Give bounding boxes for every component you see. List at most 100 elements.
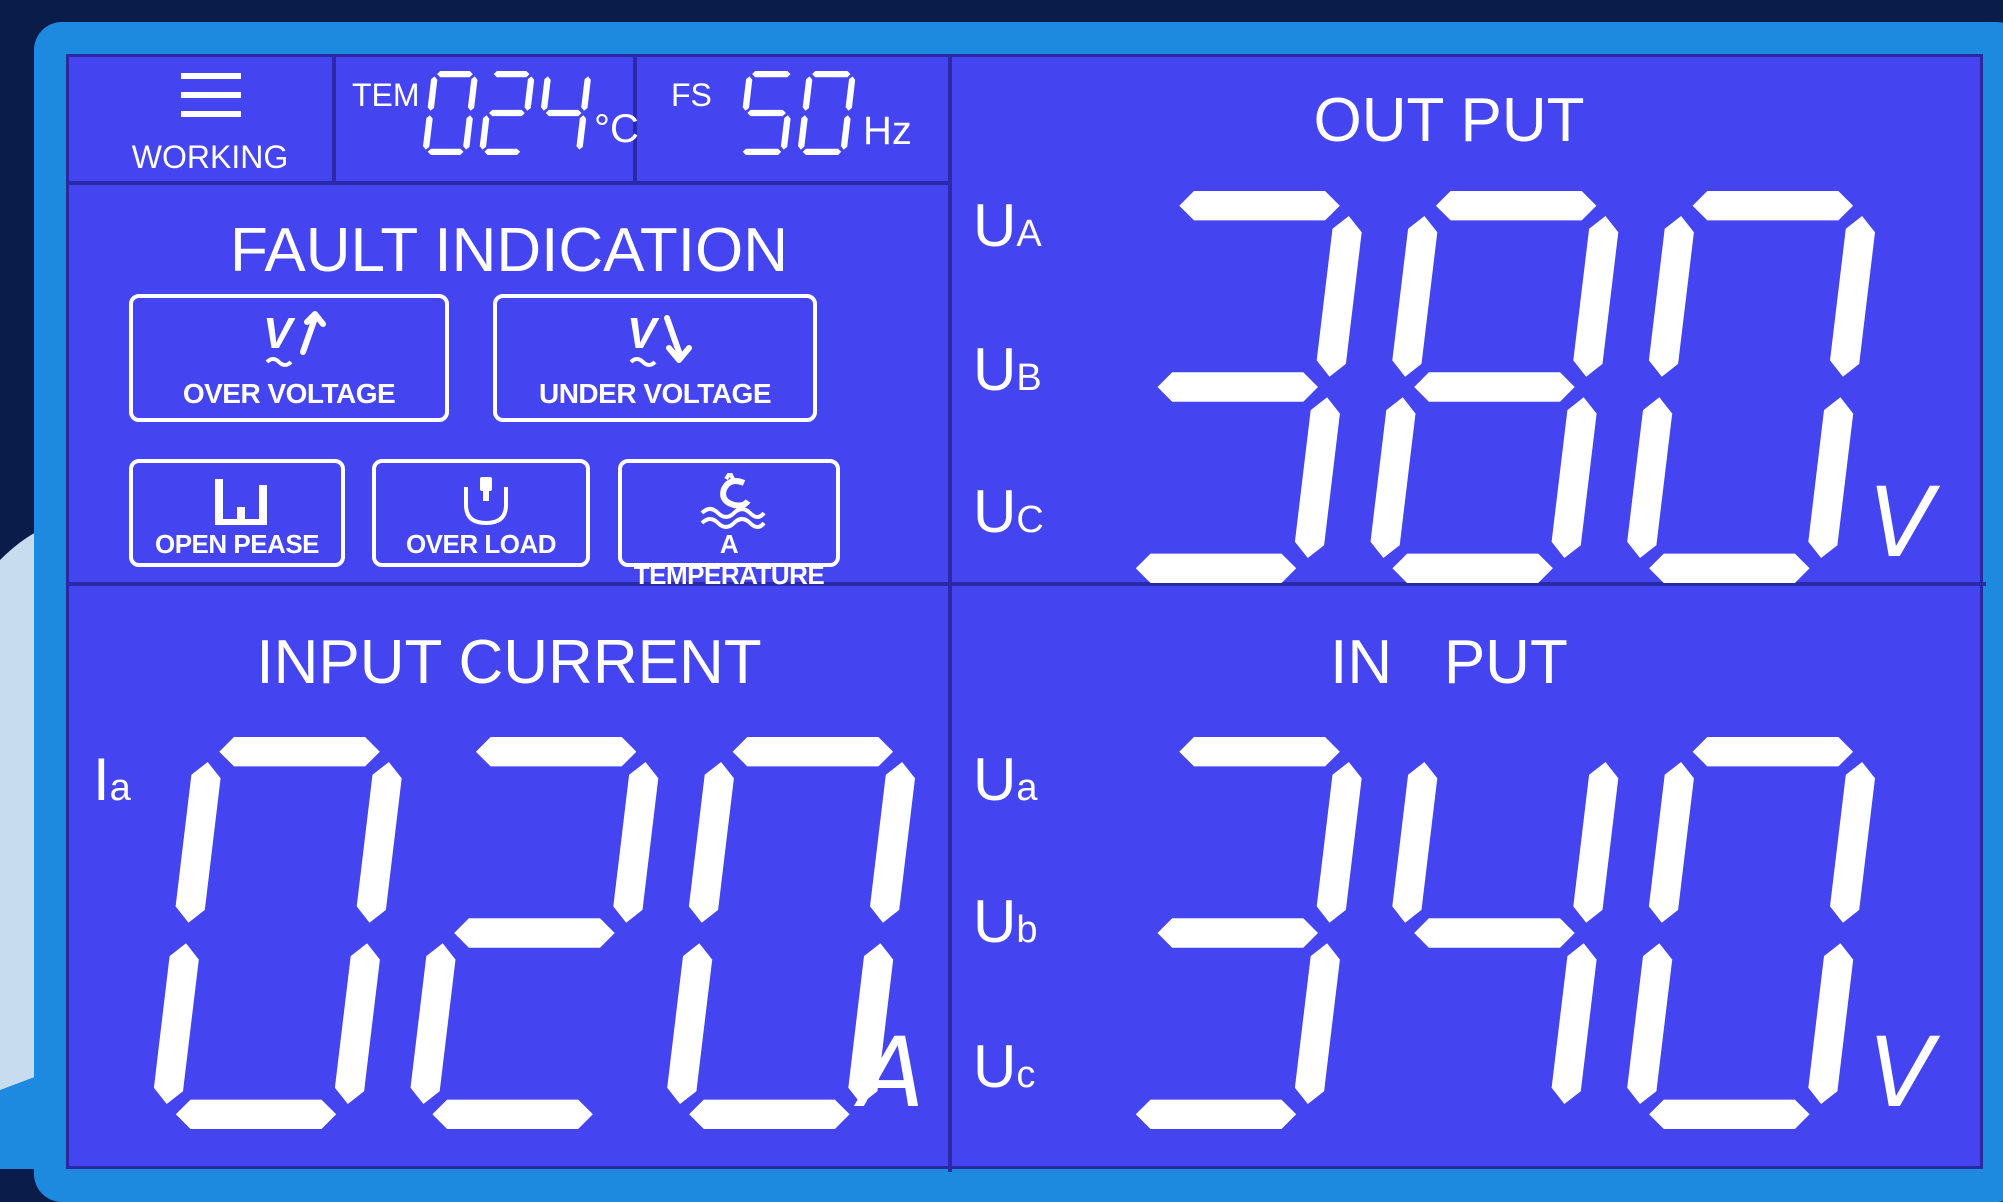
output-title: OUT PUT — [1313, 86, 1585, 155]
segment-c — [840, 115, 851, 150]
frequency-value — [742, 71, 856, 155]
segment-b — [1830, 216, 1875, 377]
segment-c — [1808, 943, 1854, 1104]
output-phase-c: UC — [973, 478, 1044, 545]
input-current-value — [153, 737, 915, 1129]
segment-d — [175, 1099, 337, 1129]
segment-c — [1551, 943, 1597, 1104]
under-voltage-indicator: V UNDER VOLTAGE — [493, 294, 817, 422]
segment-a — [1692, 737, 1854, 767]
segment-b — [1316, 216, 1362, 377]
segment-g — [747, 109, 786, 117]
phase-bars-icon — [215, 479, 267, 525]
output-unit: V — [1869, 467, 1935, 579]
segment-c — [1294, 943, 1340, 1104]
segment-f — [802, 76, 813, 111]
temperature-water-icon — [700, 473, 766, 529]
divider-header — [69, 181, 948, 185]
segment-d — [1135, 1099, 1297, 1129]
voltage-up-icon: V — [263, 309, 326, 367]
segment-d — [802, 148, 842, 155]
segment-d — [484, 148, 521, 155]
frequency-unit: Hz — [863, 109, 912, 153]
input-unit: V — [1869, 1017, 1935, 1129]
segment-b — [467, 76, 478, 111]
segment-b — [845, 76, 856, 111]
segment-b — [870, 762, 915, 923]
segment-d — [1649, 1099, 1810, 1129]
segment-c — [576, 115, 587, 150]
voltage-down-icon: V — [627, 309, 692, 367]
segment-c — [334, 943, 380, 1104]
status-cell[interactable]: WORKING — [69, 57, 332, 181]
segment-c — [1808, 397, 1854, 558]
segment-a — [437, 71, 473, 78]
segment-e — [667, 943, 713, 1104]
divider-vertical-main — [948, 57, 952, 1172]
svg-text:V: V — [263, 309, 296, 358]
segment-g — [1414, 372, 1575, 402]
frequency-cell: FS Hz — [637, 57, 948, 181]
segment-g — [545, 109, 582, 117]
open-phase-label: OPEN PEASE — [154, 529, 320, 559]
temperature-label: TEM — [352, 77, 420, 113]
current-unit: A — [859, 1017, 925, 1129]
segment-c — [1294, 397, 1340, 558]
over-load-label: OVER LOAD — [405, 529, 557, 559]
segment-b — [1316, 762, 1362, 923]
segment-d — [1135, 553, 1297, 583]
over-load-indicator: OVER LOAD — [372, 459, 590, 567]
segment-g — [1157, 918, 1318, 948]
segment-f — [541, 76, 551, 111]
segment-d — [1649, 553, 1810, 583]
menu-lines-icon — [181, 73, 241, 117]
segment-a — [475, 737, 637, 767]
segment-a — [1435, 191, 1597, 221]
segment-a — [752, 71, 791, 78]
segment-b — [1573, 216, 1619, 377]
segment-d — [742, 148, 782, 155]
segment-d — [1392, 553, 1553, 583]
output-phase-a: UA — [973, 192, 1042, 259]
under-voltage-label: UNDER VOLTAGE — [538, 378, 772, 409]
segment-d — [432, 1099, 593, 1129]
temperature-fault-indicator: A TEMPERATURE — [618, 459, 840, 590]
segment-b — [356, 762, 402, 923]
lcd-screen: WORKING TEM °C FS Hz FAULT INDICATION V … — [66, 54, 1986, 1172]
input-phase-c: Uc — [973, 1033, 1036, 1100]
segment-g — [1414, 918, 1575, 948]
segment-a — [732, 737, 894, 767]
segment-a — [219, 737, 380, 767]
segment-f — [427, 76, 438, 111]
temperature-unit: °C — [594, 107, 639, 151]
segment-a — [812, 71, 851, 78]
segment-b — [1573, 762, 1619, 923]
segment-b — [1830, 762, 1875, 923]
status-label: WORKING — [131, 139, 289, 175]
temperature-value — [423, 71, 591, 155]
input-voltage-value — [1135, 737, 1875, 1129]
segment-c — [463, 115, 473, 150]
over-voltage-indicator: V OVER VOLTAGE — [129, 294, 449, 422]
segment-a — [1179, 191, 1340, 221]
segment-f — [742, 76, 753, 111]
output-phase-b: UB — [973, 336, 1042, 403]
segment-e — [153, 943, 199, 1104]
open-phase-indicator: OPEN PEASE — [129, 459, 345, 567]
segment-f — [1392, 216, 1438, 377]
input-title: IN PUT — [1330, 628, 1568, 697]
segment-e — [1627, 397, 1673, 558]
fault-title: FAULT INDICATION — [229, 216, 789, 285]
frequency-label: FS — [671, 77, 712, 113]
current-title: INPUT CURRENT — [256, 628, 762, 697]
svg-text:V: V — [627, 309, 660, 358]
segment-a — [1692, 191, 1854, 221]
segment-f — [1392, 762, 1438, 923]
segment-g — [1157, 372, 1318, 402]
segment-e — [1627, 943, 1673, 1104]
input-phase-a: Ua — [973, 746, 1038, 813]
segment-e — [479, 115, 490, 150]
segment-f — [175, 762, 221, 923]
segment-b — [613, 762, 659, 923]
output-voltage-value — [1135, 191, 1875, 583]
